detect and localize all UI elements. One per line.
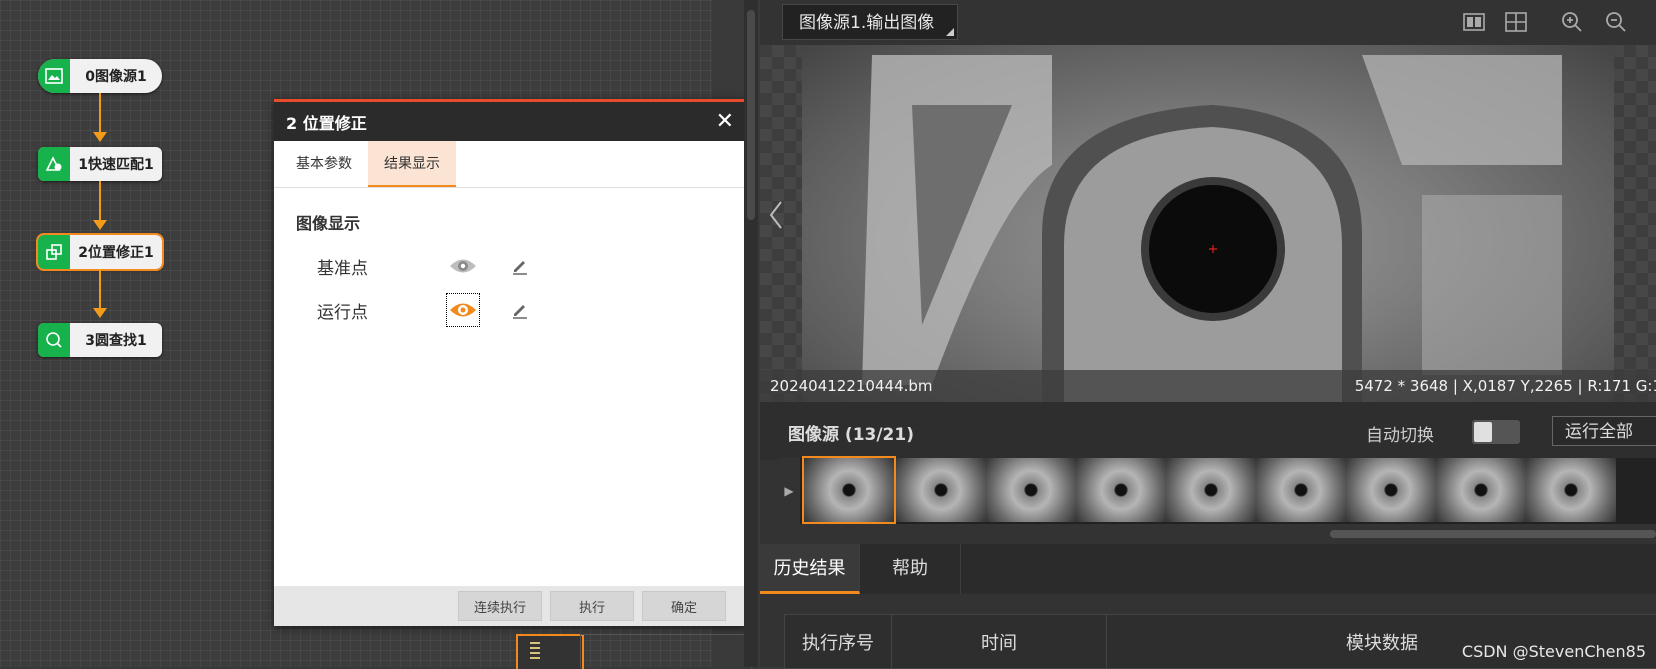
image-source-title: 图像源 (13/21) <box>788 425 914 445</box>
execute-button[interactable]: 执行 <box>550 591 634 621</box>
thumbnail-strip: ▶ <box>778 456 1656 524</box>
column-header[interactable]: 时间 <box>892 615 1107 668</box>
tab-history-results[interactable]: 历史结果 <box>760 544 860 594</box>
thumbnail[interactable] <box>1526 458 1616 522</box>
toggle-knob <box>1474 422 1492 442</box>
scroll-thumb[interactable] <box>747 10 755 220</box>
row-label: 运行点 <box>317 302 368 323</box>
flow-node-circle-find[interactable]: 3圆查找1 <box>38 323 162 357</box>
dialog-tabs: 基本参数 结果显示 <box>274 141 746 188</box>
circle-find-icon <box>38 323 70 357</box>
thumbnail[interactable] <box>1166 458 1256 522</box>
section-title: 图像显示 <box>296 214 361 233</box>
thumbnail[interactable] <box>1256 458 1346 522</box>
flow-node-label: 1快速匹配1 <box>78 157 154 173</box>
image-source-select[interactable]: 图像源1.输出图像 <box>782 4 958 40</box>
flow-canvas[interactable]: 0图像源1 1快速匹配1 2位置修正1 3圆查找1 2 位置修正 ✕ 基本参数 … <box>0 0 746 669</box>
flow-arrow <box>93 93 107 142</box>
dialog-header[interactable]: 2 位置修正 ✕ <box>274 102 746 141</box>
thumbnail[interactable] <box>1436 458 1526 522</box>
dialog-footer: 连续执行 执行 确定 <box>274 586 746 626</box>
image-filename: 20240412210444.bm <box>770 377 933 395</box>
horizontal-scrollbar[interactable] <box>1330 530 1656 538</box>
pixel-info: 5472 * 3648 | X,0187 Y,2265 | R:171 G:1 <box>1354 377 1656 395</box>
minimap <box>580 634 752 668</box>
edit-icon[interactable] <box>509 299 531 321</box>
flow-node-position-correct[interactable]: 2位置修正1 <box>36 233 164 271</box>
edit-icon[interactable] <box>509 255 531 277</box>
inspection-image <box>802 45 1614 402</box>
shape-match-icon <box>38 147 70 181</box>
thumbnail[interactable] <box>1076 458 1166 522</box>
row-label: 基准点 <box>317 258 368 279</box>
vertical-scrollbar[interactable] <box>744 0 758 667</box>
column-header[interactable]: 执行序号 <box>785 615 892 668</box>
flow-arrow <box>93 181 107 230</box>
thumbnail[interactable] <box>986 458 1076 522</box>
position-correct-dialog: 2 位置修正 ✕ 基本参数 结果显示 图像显示 基准点 运行点 连续执行 执行 … <box>274 99 746 626</box>
tab-result-display[interactable]: 结果显示 <box>368 141 456 187</box>
close-icon[interactable]: ✕ <box>716 109 734 134</box>
image-icon <box>38 59 70 93</box>
grid-view-icon[interactable] <box>1504 10 1528 34</box>
image-source-bar: 图像源 (13/21) 自动切换 运行全部 <box>760 402 1656 460</box>
display-row-reference-point: 基准点 <box>317 244 746 288</box>
display-row-run-point: 运行点 <box>317 288 746 332</box>
eye-icon[interactable] <box>446 293 480 327</box>
flow-node-label: 3圆查找1 <box>85 333 147 349</box>
continuous-execute-button[interactable]: 连续执行 <box>458 591 542 621</box>
run-all-button[interactable]: 运行全部 <box>1552 416 1656 446</box>
tab-basic-params[interactable]: 基本参数 <box>280 141 368 187</box>
image-canvas[interactable]: 20240412210444.bm 5472 * 3648 | X,0187 Y… <box>760 45 1656 402</box>
flow-node-image-source[interactable]: 0图像源1 <box>38 59 162 93</box>
view-toolbar: 图像源1.输出图像 <box>760 0 1656 45</box>
position-correct-icon <box>38 235 70 269</box>
dialog-title: 2 位置修正 <box>286 113 367 133</box>
image-view-panel: 图像源1.输出图像 20240412210444.bm 5472 * 3648 … <box>760 0 1656 669</box>
split-view-icon[interactable] <box>1462 10 1486 34</box>
zoom-out-icon[interactable] <box>1604 10 1628 34</box>
watermark: CSDN @StevenChen85 <box>1461 642 1646 661</box>
flow-node-label: 2位置修正1 <box>78 245 154 261</box>
flow-node-label: 0图像源1 <box>85 69 147 85</box>
auto-switch-toggle[interactable] <box>1472 420 1520 444</box>
auto-switch-label: 自动切换 <box>1366 426 1434 446</box>
thumbnail[interactable] <box>896 458 986 522</box>
image-info-bar: 20240412210444.bm 5472 * 3648 | X,0187 Y… <box>760 370 1656 402</box>
play-icon[interactable]: ▶ <box>778 458 800 524</box>
flow-arrow <box>93 269 107 318</box>
eye-icon[interactable] <box>447 250 479 282</box>
tab-help[interactable]: 帮助 <box>860 544 961 594</box>
confirm-button[interactable]: 确定 <box>642 591 726 621</box>
history-tabs: 历史结果 帮助 <box>760 544 1656 594</box>
chevron-left-icon[interactable] <box>768 200 784 230</box>
thumbnail[interactable] <box>1346 458 1436 522</box>
thumbnail[interactable] <box>802 456 896 524</box>
flow-node-fast-match[interactable]: 1快速匹配1 <box>38 147 162 181</box>
minimap-handle[interactable] <box>516 634 584 669</box>
zoom-in-icon[interactable] <box>1560 10 1584 34</box>
